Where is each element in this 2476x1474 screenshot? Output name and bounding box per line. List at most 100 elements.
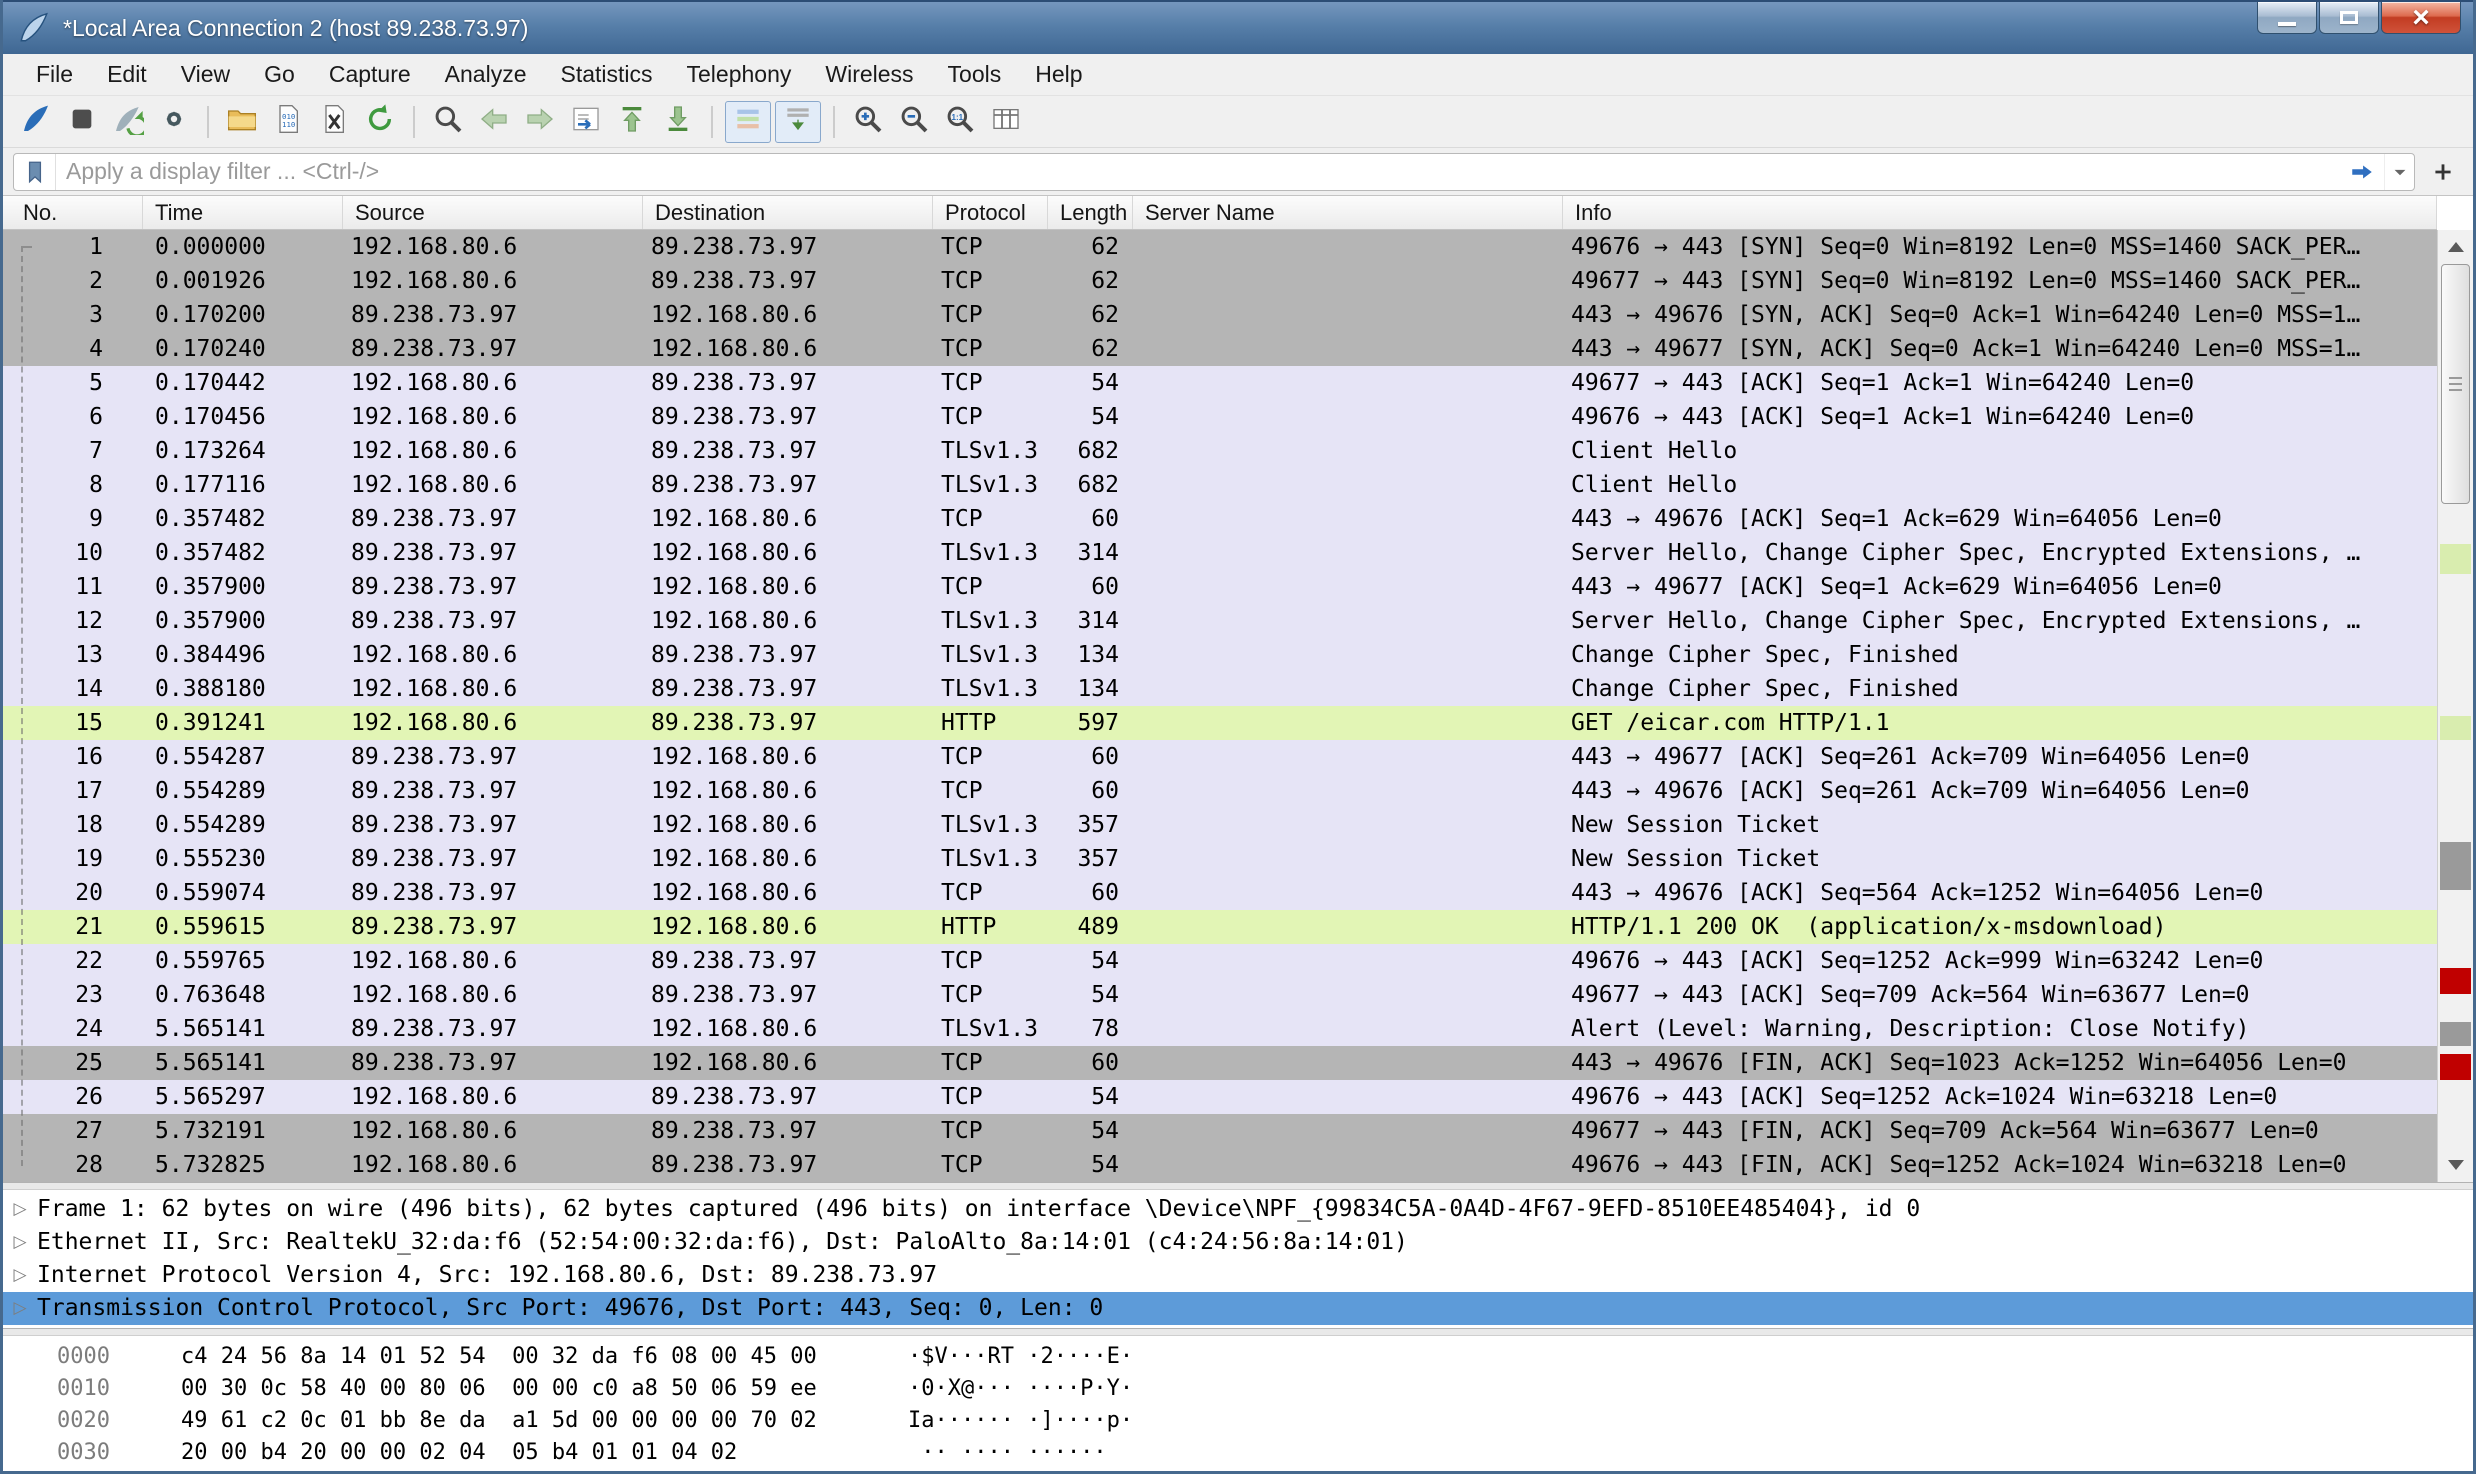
hex-ascii[interactable]: ·0·X@··· ····P·Y·: [908, 1373, 1133, 1405]
scrollbar-down-button[interactable]: [2438, 1148, 2473, 1182]
menu-statistics[interactable]: Statistics: [543, 57, 669, 92]
column-header-length[interactable]: Length: [1048, 196, 1133, 229]
zoom-out-button[interactable]: [891, 101, 937, 143]
packet-row[interactable]: 90.35748289.238.73.97192.168.80.6TCP6044…: [3, 502, 2437, 536]
expand-arrow-icon[interactable]: ▷: [3, 1292, 37, 1325]
packet-row[interactable]: 40.17024089.238.73.97192.168.80.6TCP6244…: [3, 332, 2437, 366]
packet-row[interactable]: 150.391241192.168.80.689.238.73.97HTTP59…: [3, 706, 2437, 740]
title-bar[interactable]: *Local Area Connection 2 (host 89.238.73…: [3, 0, 2473, 54]
packet-row[interactable]: 80.177116192.168.80.689.238.73.97TLSv1.3…: [3, 468, 2437, 502]
packet-row[interactable]: 245.56514189.238.73.97192.168.80.6TLSv1.…: [3, 1012, 2437, 1046]
scrollbar-up-button[interactable]: [2438, 230, 2473, 264]
filter-history-dropdown[interactable]: [2384, 154, 2414, 190]
display-filter-input[interactable]: [56, 154, 2340, 190]
hex-row[interactable]: 002049 61 c2 0c 01 bb 8e da a1 5d 00 00 …: [3, 1405, 2473, 1437]
menu-capture[interactable]: Capture: [312, 57, 428, 92]
packet-row[interactable]: 60.170456192.168.80.689.238.73.97TCP5449…: [3, 400, 2437, 434]
zoom-in-button[interactable]: [845, 101, 891, 143]
detail-line[interactable]: ▷Frame 1: 62 bytes on wire (496 bits), 6…: [3, 1193, 2473, 1226]
packet-row[interactable]: 50.170442192.168.80.689.238.73.97TCP5449…: [3, 366, 2437, 400]
start-capture-button[interactable]: [13, 101, 59, 143]
restart-capture-button[interactable]: [105, 101, 151, 143]
hex-ascii[interactable]: ·$V···RT ·2····E·: [908, 1341, 1133, 1373]
menu-help[interactable]: Help: [1018, 57, 1099, 92]
packet-row[interactable]: 255.56514189.238.73.97192.168.80.6TCP604…: [3, 1046, 2437, 1080]
hex-row[interactable]: 003020 00 b4 20 00 00 02 04 05 b4 01 01 …: [3, 1437, 2473, 1469]
stop-capture-button[interactable]: [59, 101, 105, 143]
scrollbar-track[interactable]: [2438, 264, 2473, 1148]
packet-row[interactable]: 190.55523089.238.73.97192.168.80.6TLSv1.…: [3, 842, 2437, 876]
column-header-destination[interactable]: Destination: [643, 196, 933, 229]
packet-row[interactable]: 180.55428989.238.73.97192.168.80.6TLSv1.…: [3, 808, 2437, 842]
minimize-button[interactable]: [2257, 2, 2317, 34]
hex-bytes[interactable]: c4 24 56 8a 14 01 52 54 00 32 da f6 08 0…: [181, 1341, 817, 1373]
hex-bytes[interactable]: 00 30 0c 58 40 00 80 06 00 00 c0 a8 50 0…: [181, 1373, 817, 1405]
packet-row[interactable]: 160.55428789.238.73.97192.168.80.6TCP604…: [3, 740, 2437, 774]
go-back-button[interactable]: [471, 101, 517, 143]
hex-ascii[interactable]: Ia······ ·]····p·: [908, 1405, 1133, 1437]
auto-scroll-button[interactable]: [775, 101, 821, 143]
save-file-button[interactable]: 010110: [265, 101, 311, 143]
column-header-info[interactable]: Info: [1563, 196, 2437, 229]
menu-edit[interactable]: Edit: [90, 57, 164, 92]
column-header-no[interactable]: No.: [3, 196, 143, 229]
filter-bookmark-button[interactable]: [14, 154, 56, 190]
detail-line[interactable]: ▷Transmission Control Protocol, Src Port…: [3, 1292, 2473, 1325]
menu-analyze[interactable]: Analyze: [428, 57, 544, 92]
zoom-original-button[interactable]: 1:1: [937, 101, 983, 143]
go-to-packet-button[interactable]: [563, 101, 609, 143]
packet-row[interactable]: 20.001926192.168.80.689.238.73.97TCP6249…: [3, 264, 2437, 298]
close-file-button[interactable]: [311, 101, 357, 143]
packet-row[interactable]: 120.35790089.238.73.97192.168.80.6TLSv1.…: [3, 604, 2437, 638]
packet-row[interactable]: 220.559765192.168.80.689.238.73.97TCP544…: [3, 944, 2437, 978]
packet-row[interactable]: 30.17020089.238.73.97192.168.80.6TCP6244…: [3, 298, 2437, 332]
packet-row[interactable]: 285.732825192.168.80.689.238.73.97TCP544…: [3, 1148, 2437, 1182]
apply-filter-button[interactable]: [2340, 154, 2384, 190]
hex-row[interactable]: 0000c4 24 56 8a 14 01 52 54 00 32 da f6 …: [3, 1341, 2473, 1373]
menu-file[interactable]: File: [19, 57, 90, 92]
packet-row[interactable]: 100.35748289.238.73.97192.168.80.6TLSv1.…: [3, 536, 2437, 570]
menu-view[interactable]: View: [164, 57, 247, 92]
column-header-time[interactable]: Time: [143, 196, 343, 229]
menu-tools[interactable]: Tools: [931, 57, 1019, 92]
packet-row[interactable]: 230.763648192.168.80.689.238.73.97TCP544…: [3, 978, 2437, 1012]
reload-file-button[interactable]: [357, 101, 403, 143]
packet-row[interactable]: 170.55428989.238.73.97192.168.80.6TCP604…: [3, 774, 2437, 808]
expand-arrow-icon[interactable]: ▷: [3, 1259, 37, 1292]
open-file-button[interactable]: [219, 101, 265, 143]
hex-bytes[interactable]: 20 00 b4 20 00 00 02 04 05 b4 01 01 04 0…: [181, 1437, 737, 1469]
detail-line[interactable]: ▷Internet Protocol Version 4, Src: 192.1…: [3, 1259, 2473, 1292]
find-packet-button[interactable]: [425, 101, 471, 143]
go-forward-button[interactable]: [517, 101, 563, 143]
menu-wireless[interactable]: Wireless: [808, 57, 930, 92]
packet-row[interactable]: 265.565297192.168.80.689.238.73.97TCP544…: [3, 1080, 2437, 1114]
packet-row[interactable]: 110.35790089.238.73.97192.168.80.6TCP604…: [3, 570, 2437, 604]
go-to-top-button[interactable]: [609, 101, 655, 143]
column-header-server-name[interactable]: Server Name: [1133, 196, 1563, 229]
packet-row[interactable]: 140.388180192.168.80.689.238.73.97TLSv1.…: [3, 672, 2437, 706]
column-header-source[interactable]: Source: [343, 196, 643, 229]
packet-row[interactable]: 275.732191192.168.80.689.238.73.97TCP544…: [3, 1114, 2437, 1148]
maximize-button[interactable]: [2319, 2, 2379, 34]
expand-arrow-icon[interactable]: ▷: [3, 1193, 37, 1226]
scrollbar-thumb[interactable]: [2441, 264, 2470, 504]
column-header-protocol[interactable]: Protocol: [933, 196, 1048, 229]
capture-options-button[interactable]: [151, 101, 197, 143]
close-button[interactable]: ×: [2381, 2, 2461, 34]
pane-splitter-bottom[interactable]: [3, 1328, 2473, 1336]
hex-ascii[interactable]: ·· ···· ······: [908, 1437, 1107, 1469]
hex-bytes[interactable]: 49 61 c2 0c 01 bb 8e da a1 5d 00 00 00 0…: [181, 1405, 817, 1437]
add-filter-button[interactable]: [2423, 153, 2463, 191]
resize-columns-button[interactable]: [983, 101, 1029, 143]
packet-list-scrollbar[interactable]: [2437, 230, 2473, 1182]
go-to-bottom-button[interactable]: [655, 101, 701, 143]
packet-row[interactable]: 10.000000192.168.80.689.238.73.97TCP6249…: [3, 230, 2437, 264]
colorize-packets-button[interactable]: [725, 101, 771, 143]
packet-row[interactable]: 130.384496192.168.80.689.238.73.97TLSv1.…: [3, 638, 2437, 672]
packet-row[interactable]: 210.55961589.238.73.97192.168.80.6HTTP48…: [3, 910, 2437, 944]
hex-row[interactable]: 001000 30 0c 58 40 00 80 06 00 00 c0 a8 …: [3, 1373, 2473, 1405]
expand-arrow-icon[interactable]: ▷: [3, 1226, 37, 1259]
menu-telephony[interactable]: Telephony: [670, 57, 809, 92]
detail-line[interactable]: ▷Ethernet II, Src: RealtekU_32:da:f6 (52…: [3, 1226, 2473, 1259]
packet-row[interactable]: 70.173264192.168.80.689.238.73.97TLSv1.3…: [3, 434, 2437, 468]
